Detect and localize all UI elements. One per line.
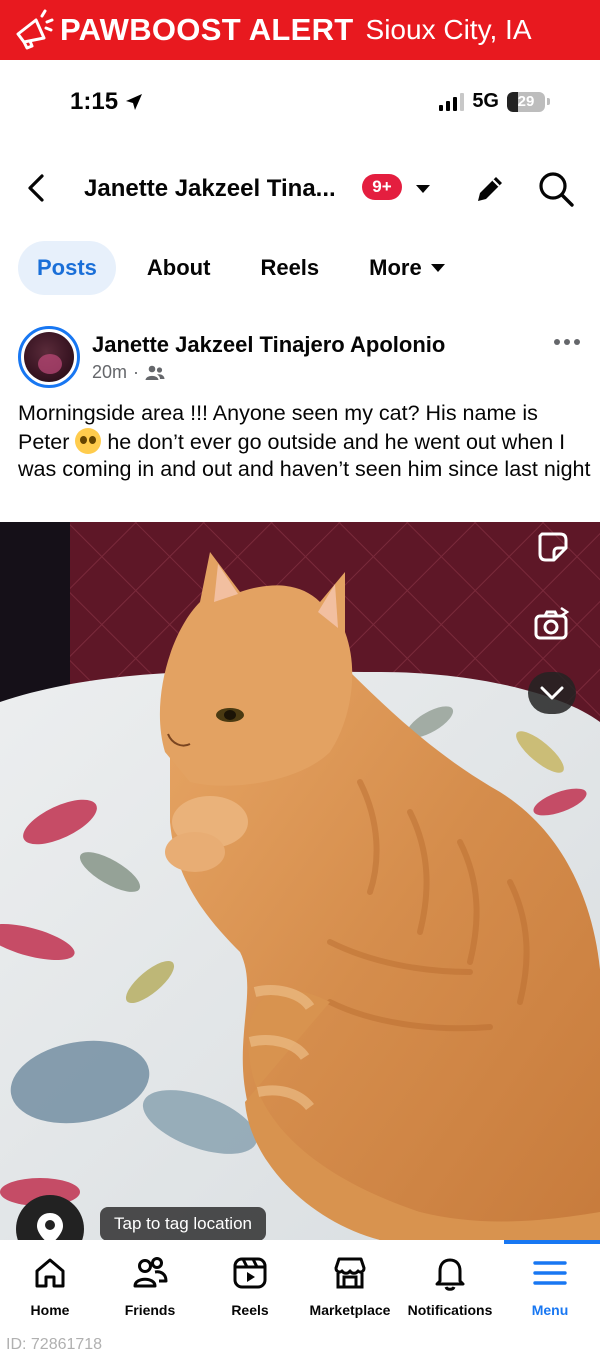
meta-separator: · bbox=[133, 362, 140, 382]
status-indicators: 5G 29 bbox=[439, 90, 550, 113]
tab-label: Posts bbox=[37, 255, 97, 280]
friends-icon bbox=[133, 1257, 168, 1288]
nav-marketplace[interactable]: Marketplace bbox=[300, 1240, 400, 1326]
cat-photo-illustration bbox=[0, 522, 600, 1240]
nav-label: Notifications bbox=[407, 1302, 493, 1318]
nav-label: Home bbox=[30, 1302, 70, 1318]
caret-down-icon[interactable] bbox=[414, 182, 432, 196]
signal-icon bbox=[439, 92, 465, 111]
pleading-face-emoji bbox=[75, 427, 102, 454]
post-time[interactable]: 20m bbox=[92, 362, 127, 383]
notification-badge[interactable]: 9+ bbox=[362, 174, 402, 200]
more-options-icon[interactable] bbox=[552, 332, 582, 352]
profile-tabs: Posts About Reels More bbox=[18, 240, 465, 296]
megaphone-icon bbox=[16, 9, 54, 50]
status-bar: 1:15 5G 29 bbox=[0, 84, 600, 124]
sticker-icon[interactable] bbox=[532, 526, 572, 566]
bottom-nav: Home Friends Reels Marketplace Notificat… bbox=[0, 1240, 600, 1326]
nav-friends[interactable]: Friends bbox=[100, 1240, 200, 1326]
nav-label: Marketplace bbox=[309, 1302, 391, 1318]
clock-text: 1:15 bbox=[70, 88, 119, 115]
caret-down-icon bbox=[430, 264, 445, 272]
location-arrow-icon bbox=[126, 94, 143, 110]
chevron-down-icon[interactable] bbox=[528, 672, 576, 714]
alert-city: Sioux City, IA bbox=[365, 14, 532, 45]
menu-icon bbox=[533, 1261, 567, 1285]
image-id-label: ID: 72861718 bbox=[6, 1336, 103, 1353]
nav-label: Friends bbox=[124, 1302, 176, 1318]
post-author[interactable]: Janette Jakzeel Tinajero Apolonio bbox=[92, 332, 445, 358]
post-photo[interactable] bbox=[0, 522, 600, 1240]
tab-label: More bbox=[369, 255, 422, 280]
camera-rotate-icon[interactable] bbox=[532, 604, 572, 644]
page-title[interactable]: Janette Jakzeel Tina... bbox=[84, 175, 336, 203]
marketplace-icon bbox=[334, 1257, 366, 1289]
tab-reels[interactable]: Reels bbox=[241, 241, 338, 295]
nav-label: Reels bbox=[231, 1302, 269, 1318]
page-header: Janette Jakzeel Tina... 9+ bbox=[0, 160, 600, 218]
alert-brand: PAWBOOST ALERT bbox=[60, 12, 354, 47]
tab-label: About bbox=[146, 255, 211, 280]
alert-banner: PAWBOOST ALERT Sioux City, IA bbox=[0, 0, 600, 60]
tab-posts[interactable]: Posts bbox=[18, 241, 116, 295]
status-time: 1:15 bbox=[70, 88, 144, 116]
nav-menu[interactable]: Menu bbox=[500, 1240, 600, 1326]
reels-icon bbox=[233, 1257, 267, 1289]
search-icon[interactable] bbox=[537, 170, 575, 208]
avatar[interactable] bbox=[18, 326, 80, 388]
post-meta: 20m · bbox=[92, 362, 165, 383]
back-arrow-icon[interactable] bbox=[22, 170, 52, 206]
friends-icon bbox=[145, 365, 165, 380]
battery-level: 29 bbox=[517, 93, 535, 110]
pencil-icon[interactable] bbox=[473, 172, 507, 206]
tab-about[interactable]: About bbox=[128, 241, 230, 295]
tab-label: Reels bbox=[260, 255, 320, 280]
battery-icon: 29 bbox=[507, 91, 550, 112]
nav-label: Menu bbox=[531, 1302, 569, 1318]
home-icon bbox=[35, 1258, 65, 1288]
nav-reels[interactable]: Reels bbox=[200, 1240, 300, 1326]
nav-home[interactable]: Home bbox=[0, 1240, 100, 1326]
bell-icon bbox=[435, 1258, 465, 1291]
network-label: 5G bbox=[472, 90, 499, 112]
tag-location-hint[interactable]: Tap to tag location bbox=[100, 1207, 266, 1241]
tab-more[interactable]: More bbox=[350, 241, 465, 295]
post-text-part: he don’t ever go outside and he went out… bbox=[18, 429, 591, 482]
nav-notifications[interactable]: Notifications bbox=[400, 1240, 500, 1326]
post-text: Morningside area !!! Anyone seen my cat?… bbox=[18, 400, 593, 484]
